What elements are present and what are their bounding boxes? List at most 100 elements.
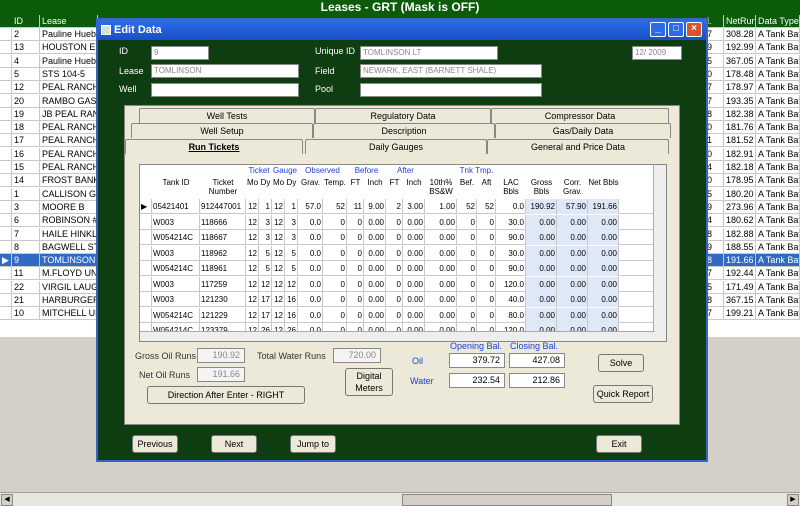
- grid-cell[interactable]: 191.66: [588, 199, 619, 214]
- column-header[interactable]: Dy: [259, 178, 272, 187]
- maximize-icon[interactable]: □: [668, 22, 684, 37]
- grid-cell[interactable]: 2: [386, 199, 403, 214]
- grid-cell[interactable]: 0.00: [557, 292, 588, 307]
- grid-cell[interactable]: 1: [285, 199, 298, 214]
- row-selector[interactable]: [0, 147, 12, 160]
- grid-cell[interactable]: 12: [272, 307, 285, 323]
- grid-cell[interactable]: 16: [285, 307, 298, 323]
- grid-cell[interactable]: 12: [272, 230, 285, 245]
- grid-cell[interactable]: 0: [323, 276, 347, 292]
- grid-cell[interactable]: 0.00: [526, 276, 557, 292]
- grid-cell[interactable]: 0: [457, 276, 477, 292]
- grid-cell[interactable]: 0: [347, 307, 364, 323]
- grid-cell[interactable]: 0.00: [588, 230, 619, 245]
- grid-cell[interactable]: 0.00: [364, 292, 386, 307]
- tab-compressor-data[interactable]: Compressor Data: [491, 108, 669, 123]
- tab-regulatory-data[interactable]: Regulatory Data: [315, 108, 491, 123]
- grid-cell[interactable]: 0.0: [298, 245, 323, 261]
- grid-cell[interactable]: 0: [386, 292, 403, 307]
- row-selector[interactable]: [0, 307, 12, 320]
- grid-cell[interactable]: 0.00: [588, 307, 619, 323]
- next-button[interactable]: Next: [211, 435, 257, 453]
- grid-cell[interactable]: 0.00: [425, 245, 457, 261]
- grid-cell[interactable]: 0: [457, 245, 477, 261]
- grid-cell[interactable]: 0: [477, 276, 496, 292]
- grid-cell[interactable]: 12: [272, 199, 285, 214]
- row-selector[interactable]: [0, 28, 12, 40]
- column-header[interactable]: Aft: [477, 178, 496, 187]
- column-header[interactable]: FT: [347, 178, 364, 187]
- column-header[interactable]: FT: [386, 178, 403, 187]
- grid-cell[interactable]: 0: [386, 307, 403, 323]
- grid-cell[interactable]: 0: [323, 307, 347, 323]
- grid-cell[interactable]: 0.00: [557, 261, 588, 276]
- grid-cell[interactable]: 0.00: [364, 245, 386, 261]
- grid-cell[interactable]: 0.00: [557, 307, 588, 323]
- column-header[interactable]: Inch: [364, 178, 386, 187]
- grid-cell[interactable]: 118666: [200, 214, 246, 230]
- grid-cell[interactable]: 0.0: [496, 199, 526, 214]
- grid-cell[interactable]: 0.00: [364, 276, 386, 292]
- grid-cell[interactable]: 912447001: [200, 199, 246, 214]
- grid-cell[interactable]: 3.00: [403, 199, 425, 214]
- solve-button[interactable]: Solve: [598, 354, 644, 372]
- grid-cell[interactable]: W003: [152, 245, 200, 261]
- grid-cell[interactable]: 0.00: [425, 276, 457, 292]
- jump-to-button[interactable]: Jump to: [290, 435, 336, 453]
- grid-row[interactable]: W003 118962 12 5 12 5 0.0 0 0 0.00 0 0.00 0.00 0 0 30.0…: [140, 245, 666, 261]
- direction-after-enter-button[interactable]: Direction After Enter - RIGHT: [147, 386, 305, 404]
- tab-well-tests[interactable]: Well Tests: [139, 108, 315, 123]
- row-selector[interactable]: [0, 294, 12, 306]
- grid-cell[interactable]: 17: [259, 292, 272, 307]
- column-header[interactable]: Ticket Number: [200, 178, 246, 196]
- grid-row[interactable]: W003 118666 12 3 12 3 0.0 0 0 0.00 0 0.00 0.00 0 0 30.0…: [140, 214, 666, 230]
- grid-cell[interactable]: 0: [347, 261, 364, 276]
- grid-row[interactable]: W054214C 118961 12 5 12 5 0.0 0 0 0.00 0 0.00 0.00 0 0…: [140, 261, 666, 276]
- column-header[interactable]: Temp.: [323, 178, 347, 187]
- grid-cell[interactable]: 12: [246, 199, 259, 214]
- grid-cell[interactable]: 0.00: [364, 214, 386, 230]
- grid-cell[interactable]: 0: [347, 214, 364, 230]
- lease-field[interactable]: TOMLINSON: [151, 64, 299, 78]
- grid-cell[interactable]: 0: [386, 230, 403, 245]
- grid-row[interactable]: W054214C 121229 12 17 12 16 0.0 0 0 0.00 0 0.00 0.00…: [140, 307, 666, 323]
- grid-cell[interactable]: 0: [477, 245, 496, 261]
- grid-cell[interactable]: 12: [246, 292, 259, 307]
- grid-cell[interactable]: 118667: [200, 230, 246, 245]
- water-opening-input[interactable]: 232.54: [449, 373, 505, 388]
- grid-horizontal-scrollbar[interactable]: [140, 331, 655, 341]
- grid-cell[interactable]: 0: [347, 230, 364, 245]
- column-header[interactable]: Dy: [285, 178, 298, 187]
- grid-cell[interactable]: 0: [457, 292, 477, 307]
- grid-cell[interactable]: 90.0: [496, 230, 526, 245]
- scroll-right-icon[interactable]: ▶: [787, 494, 799, 506]
- grid-cell[interactable]: 9.00: [364, 199, 386, 214]
- column-header[interactable]: Mo: [246, 178, 259, 187]
- grid-cell[interactable]: W054214C: [152, 261, 200, 276]
- column-header[interactable]: 10th% BS&W: [425, 178, 457, 196]
- grid-cell[interactable]: 0.0: [298, 292, 323, 307]
- row-selector[interactable]: [0, 54, 12, 67]
- grid-cell[interactable]: 12: [285, 276, 298, 292]
- scroll-thumb[interactable]: [402, 494, 612, 506]
- grid-cell[interactable]: 0: [347, 276, 364, 292]
- tab-run-tickets[interactable]: Run Tickets: [125, 139, 303, 154]
- column-header[interactable]: Inch: [403, 178, 425, 187]
- row-selector[interactable]: [140, 214, 152, 230]
- row-selector[interactable]: [140, 307, 152, 323]
- grid-cell[interactable]: 0.00: [557, 230, 588, 245]
- grid-cell[interactable]: 190.92: [526, 199, 557, 214]
- grid-cell[interactable]: 5: [259, 261, 272, 276]
- run-tickets-grid[interactable]: Ticket Gauge Observed Before After Tnk Tmp. Ta…: [139, 164, 667, 342]
- grid-cell[interactable]: 118962: [200, 245, 246, 261]
- tab-daily-gauges[interactable]: Daily Gauges: [305, 139, 487, 154]
- grid-cell[interactable]: 0.00: [364, 261, 386, 276]
- row-selector[interactable]: [140, 245, 152, 261]
- previous-button[interactable]: Previous: [132, 435, 178, 453]
- grid-cell[interactable]: 0.00: [364, 230, 386, 245]
- tab-well-setup[interactable]: Well Setup: [131, 123, 313, 138]
- grid-cell[interactable]: 0.00: [403, 276, 425, 292]
- grid-cell[interactable]: 0: [386, 214, 403, 230]
- grid-cell[interactable]: 12: [246, 307, 259, 323]
- grid-cell[interactable]: W003: [152, 214, 200, 230]
